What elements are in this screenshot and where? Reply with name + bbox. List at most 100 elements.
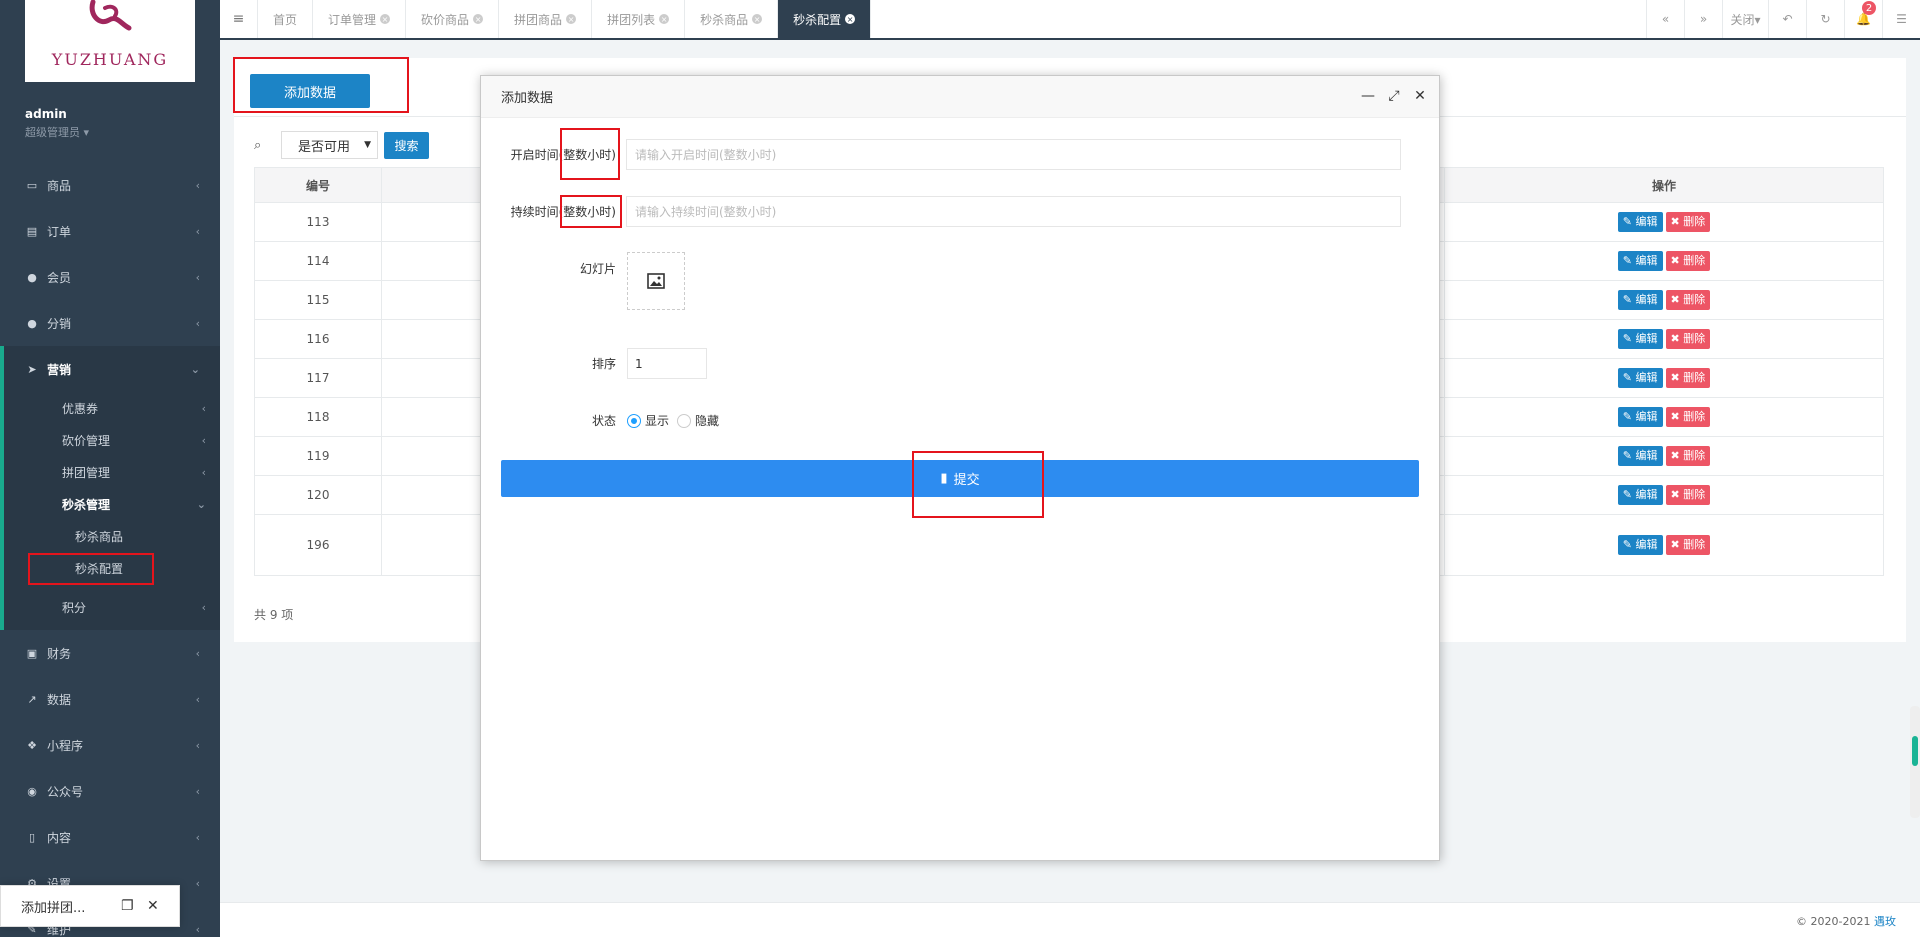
cell-id: 118 (254, 397, 382, 437)
availability-select[interactable]: 是否可用 ▼ (281, 131, 378, 159)
footer-link[interactable]: 遇玫 (1874, 915, 1896, 928)
cell-id: 115 (254, 280, 382, 320)
sidebar-item-mini-program[interactable]: ❖ 小程序 ‹ (0, 722, 220, 768)
delete-button[interactable]: ✖ 删除 (1665, 290, 1711, 310)
edit-button[interactable]: ✎ 编辑 (1617, 290, 1663, 310)
tab-seckill-config[interactable]: 秒杀配置 × (778, 0, 872, 38)
sidebar-item-orders[interactable]: ▤ 订单 ‹ (0, 208, 220, 254)
close-icon[interactable]: ✕ (1411, 87, 1429, 105)
sidebar-item-distribution[interactable]: ● 分销 ‹ (0, 300, 220, 346)
tabs-scroll-left-icon[interactable]: « (1646, 0, 1684, 38)
edit-label: 编辑 (1635, 538, 1658, 551)
delete-button[interactable]: ✖ 删除 (1665, 251, 1711, 271)
edit-button[interactable]: ✎ 编辑 (1617, 212, 1663, 232)
duration-input[interactable] (626, 196, 1401, 227)
notification-bell-icon[interactable]: 🔔 2 (1844, 0, 1882, 38)
logo: YUZHUANG (25, 0, 195, 82)
edit-button[interactable]: ✎ 编辑 (1617, 329, 1663, 349)
chevron-left-icon: ‹ (195, 784, 200, 798)
sidebar-item-official-account[interactable]: ◉ 公众号 ‹ (0, 768, 220, 814)
close-icon[interactable]: × (659, 14, 670, 24)
sidebar-item-group-buy[interactable]: 拼团管理 ‹ (4, 456, 220, 488)
refresh-icon[interactable]: ↻ (1806, 0, 1844, 38)
cell-actions: ✎ 编辑 ✖ 删除 (1444, 319, 1884, 359)
close-tabs-dropdown[interactable]: 关闭▾ (1722, 0, 1768, 38)
tabs-scroll-right-icon[interactable]: » (1684, 0, 1722, 38)
edit-button[interactable]: ✎ 编辑 (1617, 407, 1663, 427)
chevron-left-icon: ‹ (201, 433, 206, 447)
search-button[interactable]: 搜索 (384, 132, 429, 159)
delete-button[interactable]: ✖ 删除 (1665, 368, 1711, 388)
user-role-dropdown[interactable]: 超级管理员 ▾ (25, 124, 89, 140)
start-time-input[interactable] (626, 139, 1401, 170)
delete-icon: ✖ (1670, 488, 1680, 501)
logo-text: YUZHUANG (51, 50, 169, 69)
close-icon[interactable]: × (566, 14, 577, 24)
tab-seckill-goods[interactable]: 秒杀商品 × (685, 0, 779, 38)
delete-label: 删除 (1683, 332, 1706, 345)
edit-button[interactable]: ✎ 编辑 (1617, 485, 1663, 505)
edit-button[interactable]: ✎ 编辑 (1617, 251, 1663, 271)
undo-icon[interactable]: ↶ (1768, 0, 1806, 38)
chart-icon: ↗ (27, 692, 37, 706)
tab-group-list[interactable]: 拼团列表 × (592, 0, 686, 38)
chevron-left-icon: ‹ (201, 401, 206, 415)
col-actions-header: 操作 (1444, 167, 1884, 203)
sidebar-item-content[interactable]: ▯ 内容 ‹ (0, 814, 220, 860)
delete-button[interactable]: ✖ 删除 (1665, 446, 1711, 466)
close-icon[interactable]: × (380, 14, 391, 24)
sidebar-item-goods[interactable]: ▭ 商品 ‹ (0, 162, 220, 208)
image-upload[interactable] (627, 252, 685, 310)
maximize-icon[interactable]: ⤢ (1385, 87, 1403, 105)
status-hide-radio[interactable]: 隐藏 (677, 412, 719, 429)
delete-button[interactable]: ✖ 删除 (1665, 212, 1711, 232)
book-icon: ▯ (28, 830, 36, 844)
sidebar-item-data[interactable]: ↗ 数据 ‹ (0, 676, 220, 722)
tab-bargain-goods[interactable]: 砍价商品 × (406, 0, 500, 38)
menu-toggle-icon[interactable]: ≡ (220, 0, 258, 38)
edit-button[interactable]: ✎ 编辑 (1617, 446, 1663, 466)
sidebar-item-marketing[interactable]: ➤ 营销 ⌄ (0, 346, 220, 392)
delete-label: 删除 (1683, 371, 1706, 384)
sidebar-item-members[interactable]: ● 会员 ‹ (0, 254, 220, 300)
edit-button[interactable]: ✎ 编辑 (1617, 535, 1663, 555)
sidebar-item-seckill[interactable]: 秒杀管理 ⌄ (4, 488, 220, 520)
sort-input[interactable] (627, 348, 707, 379)
edit-icon: ✎ (1622, 538, 1632, 551)
cell-id: 119 (254, 436, 382, 476)
tab-group-goods[interactable]: 拼团商品 × (499, 0, 593, 38)
right-scrollbar[interactable] (1910, 706, 1920, 818)
edit-icon: ✎ (1622, 254, 1632, 267)
close-icon[interactable]: × (752, 14, 763, 24)
scroll-thumb[interactable] (1912, 736, 1918, 766)
tab-home[interactable]: 首页 (258, 0, 314, 38)
delete-button[interactable]: ✖ 删除 (1665, 329, 1711, 349)
notification-badge: 2 (1862, 1, 1876, 15)
sidebar-item-bargain[interactable]: 砍价管理 ‹ (4, 424, 220, 456)
delete-button[interactable]: ✖ 删除 (1665, 407, 1711, 427)
sidebar-item-points[interactable]: 积分 ‹ (4, 584, 220, 630)
cell-actions: ✎ 编辑 ✖ 删除 (1444, 358, 1884, 398)
close-icon[interactable]: × (473, 14, 484, 24)
marketing-submenu: 优惠券 ‹ 砍价管理 ‹ 拼团管理 ‹ 秒杀管理 ⌄ 秒杀商品 秒杀配置 积分 … (0, 392, 220, 630)
tabs: 首页 订单管理 × 砍价商品 × 拼团商品 × 拼团列表 × 秒杀商品 × 秒杀配置 × (258, 0, 872, 38)
edit-icon: ✎ (1622, 449, 1632, 462)
sidebar-right-toggle-icon[interactable]: ☰ (1882, 0, 1920, 38)
close-icon[interactable]: ✕ (147, 898, 159, 914)
close-icon[interactable]: × (845, 14, 856, 24)
delete-icon: ✖ (1670, 538, 1680, 551)
cell-actions: ✎ 编辑 ✖ 删除 (1444, 241, 1884, 281)
delete-button[interactable]: ✖ 删除 (1665, 535, 1711, 555)
restore-icon[interactable]: ❐ (121, 898, 134, 914)
sidebar-item-coupons[interactable]: 优惠券 ‹ (4, 392, 220, 424)
edit-button[interactable]: ✎ 编辑 (1617, 368, 1663, 388)
minimized-window[interactable]: 添加拼团... ❐ ✕ (0, 885, 180, 927)
cell-id: 196 (254, 514, 382, 576)
sidebar-item-seckill-goods[interactable]: 秒杀商品 (4, 520, 220, 552)
minimize-icon[interactable]: — (1359, 87, 1377, 105)
sidebar-item-finance[interactable]: ▣ 财务 ‹ (0, 630, 220, 676)
delete-button[interactable]: ✖ 删除 (1665, 485, 1711, 505)
tab-label: 拼团商品 (514, 12, 563, 27)
tab-orders[interactable]: 订单管理 × (313, 0, 407, 38)
status-show-radio[interactable]: 显示 (627, 412, 669, 429)
